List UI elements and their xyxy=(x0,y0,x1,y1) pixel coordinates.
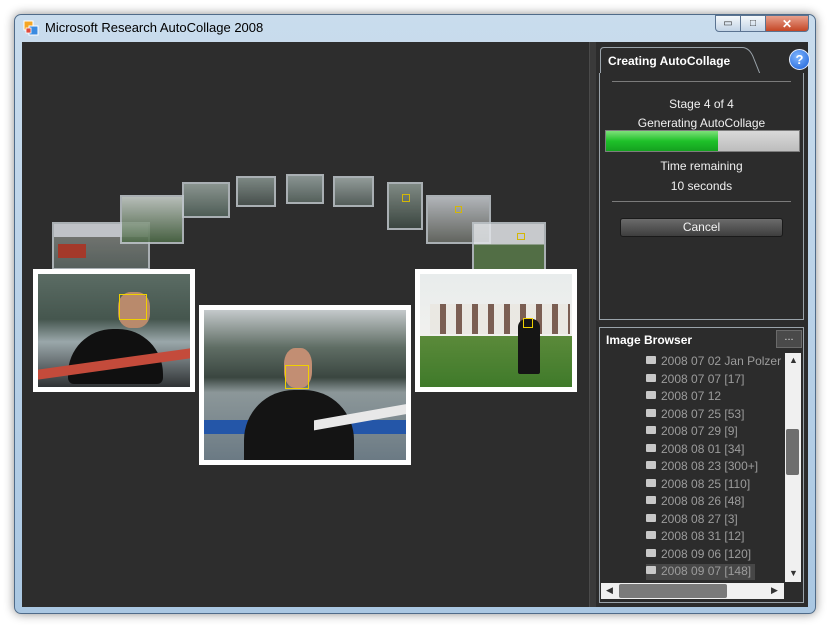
folder-icon xyxy=(646,356,656,364)
thumbnail-photo xyxy=(236,176,276,207)
minimize-icon: ▭ xyxy=(723,18,733,29)
collage-photo-woman xyxy=(33,269,195,392)
client-area: Creating AutoCollage ? Stage 4 of 4 Gene… xyxy=(22,42,810,607)
thumbnail-photo xyxy=(182,182,230,218)
folder-icon xyxy=(646,426,656,434)
face-detection-box xyxy=(119,294,147,320)
thumbnail-photo xyxy=(120,195,184,244)
folder-label: 2008 08 01 [34] xyxy=(661,441,745,456)
folder-item[interactable]: 2008 07 12 xyxy=(646,389,725,405)
close-button[interactable]: ✕ xyxy=(765,15,809,32)
folder-item[interactable]: 2008 08 01 [34] xyxy=(646,442,748,458)
folder-icon xyxy=(646,443,656,452)
collage-photo-building xyxy=(415,269,577,392)
progress-bar-fill xyxy=(606,131,718,151)
progress-bar xyxy=(605,130,800,152)
progress-panel: Stage 4 of 4 Generating AutoCollage Time… xyxy=(599,73,804,320)
cancel-button[interactable]: Cancel xyxy=(620,218,783,237)
thumbnail-photo xyxy=(472,222,546,272)
folder-icon xyxy=(646,373,656,382)
folder-icon xyxy=(646,531,656,539)
folder-label: 2008 07 29 [9] xyxy=(661,424,738,438)
folder-item[interactable]: 2008 08 31 [12] xyxy=(646,529,748,545)
panel-splitter[interactable] xyxy=(589,42,596,607)
face-detection-box xyxy=(523,318,533,328)
folder-item[interactable]: 2008 08 23 [300+] xyxy=(646,459,762,475)
window-title: Microsoft Research AutoCollage 2008 xyxy=(45,20,264,35)
face-detection-box xyxy=(285,365,309,389)
folder-icon xyxy=(646,548,656,557)
folder-icon xyxy=(646,391,656,399)
vertical-scroll-thumb[interactable] xyxy=(786,429,799,475)
horizontal-scroll-thumb[interactable] xyxy=(619,584,727,598)
face-detection-box xyxy=(402,194,410,202)
collage-canvas xyxy=(22,42,588,607)
autocollage-app-icon xyxy=(23,20,39,36)
folder-label: 2008 08 31 [12] xyxy=(661,529,745,543)
folder-icon xyxy=(646,513,656,522)
folder-item[interactable]: 2008 09 07 [148] xyxy=(646,564,756,580)
minimize-button[interactable]: ▭ xyxy=(715,15,741,32)
folder-icon xyxy=(646,408,656,417)
folder-tree: 2008 07 02 Jan Polzer 2008 07 07 [17] 2008… xyxy=(602,352,784,581)
folder-item[interactable]: 2008 07 02 Jan Polzer xyxy=(646,354,784,370)
progress-panel-tab: Creating AutoCollage xyxy=(600,47,765,74)
folder-label: 2008 08 27 [3] xyxy=(661,511,738,526)
folder-label: 2008 09 07 [148] xyxy=(661,564,752,578)
status-label: Generating AutoCollage xyxy=(637,116,766,130)
folder-label: 2008 07 02 Jan Polzer xyxy=(661,354,782,368)
folder-label: 2008 07 07 [17] xyxy=(661,371,745,386)
folder-icon xyxy=(646,478,656,487)
vertical-scrollbar[interactable]: ▲ ▼ xyxy=(785,353,801,582)
folder-item[interactable]: 2008 08 25 [110] xyxy=(646,477,754,493)
scroll-up-icon[interactable]: ▲ xyxy=(789,355,798,365)
app-window: Microsoft Research AutoCollage 2008 ▭ □ … xyxy=(14,14,816,614)
face-detection-box xyxy=(517,233,525,240)
folder-item[interactable]: 2008 07 29 [9] xyxy=(646,424,742,440)
folder-icon xyxy=(646,496,656,504)
title-bar[interactable]: Microsoft Research AutoCollage 2008 ▭ □ … xyxy=(15,15,815,41)
folder-label: 2008 08 26 [48] xyxy=(661,494,745,508)
collage-photo-man xyxy=(199,305,411,465)
image-browser-panel: Image Browser ... 2008 07 02 Jan Polzer 2… xyxy=(599,327,804,603)
scroll-down-icon[interactable]: ▼ xyxy=(789,568,798,578)
close-icon: ✕ xyxy=(781,16,793,31)
face-detection-box xyxy=(455,206,462,213)
folder-item[interactable]: 2008 07 07 [17] xyxy=(646,372,748,388)
scroll-left-icon[interactable]: ◀ xyxy=(606,585,613,596)
folder-label: 2008 08 25 [110] xyxy=(661,476,751,491)
time-remaining-value: 10 seconds xyxy=(670,179,733,193)
progress-panel-title: Creating AutoCollage xyxy=(608,54,731,68)
folder-icon xyxy=(646,461,656,469)
maximize-button[interactable]: □ xyxy=(740,15,766,32)
folder-item[interactable]: 2008 08 26 [48] xyxy=(646,494,748,510)
folder-item[interactable]: 2008 08 27 [3] xyxy=(646,512,742,528)
help-icon[interactable]: ? xyxy=(789,49,810,70)
folder-label: 2008 09 06 [120] xyxy=(661,546,752,561)
image-browser-more-button[interactable]: ... xyxy=(776,330,802,348)
thumbnail-photo xyxy=(286,174,324,204)
folder-label: 2008 08 23 [300+] xyxy=(661,459,759,473)
thumbnail-photo xyxy=(387,182,423,230)
folder-label: 2008 07 12 xyxy=(661,389,722,403)
image-browser-title: Image Browser xyxy=(606,333,693,347)
divider xyxy=(612,201,791,202)
folder-item[interactable]: 2008 09 06 [120] xyxy=(646,547,755,563)
time-remaining-label: Time remaining xyxy=(660,159,743,173)
horizontal-scrollbar[interactable]: ◀ ▶ xyxy=(601,583,784,599)
thumbnail-photo xyxy=(333,176,374,207)
folder-icon xyxy=(646,566,656,574)
divider xyxy=(612,81,791,82)
scroll-right-icon[interactable]: ▶ xyxy=(771,585,778,596)
folder-item[interactable]: 2008 07 25 [53] xyxy=(646,407,748,423)
stage-label: Stage 4 of 4 xyxy=(669,97,734,111)
maximize-icon: □ xyxy=(749,18,757,29)
folder-label: 2008 07 25 [53] xyxy=(661,406,745,421)
